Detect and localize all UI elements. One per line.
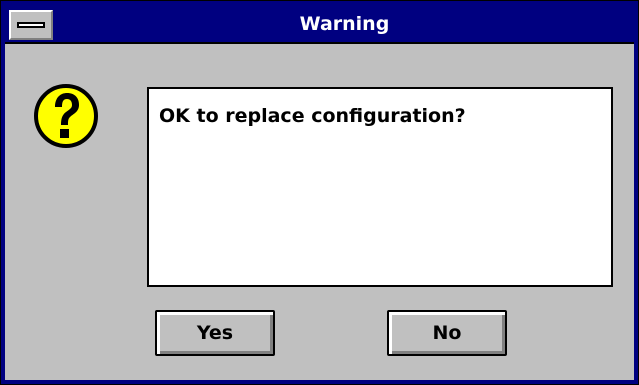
system-menu-button[interactable] bbox=[9, 10, 53, 40]
message-box: OK to replace configuration? bbox=[147, 87, 613, 287]
system-menu-icon bbox=[17, 22, 45, 28]
dialog-title: Warning bbox=[299, 13, 390, 35]
question-mark-icon bbox=[34, 84, 98, 148]
title-bar[interactable]: Warning bbox=[5, 5, 634, 44]
no-button[interactable]: No bbox=[387, 310, 507, 356]
yes-button[interactable]: Yes bbox=[155, 310, 275, 356]
message-text: OK to replace configuration? bbox=[159, 105, 466, 127]
warning-dialog: Warning OK to replace configuration? Yes… bbox=[0, 0, 639, 385]
